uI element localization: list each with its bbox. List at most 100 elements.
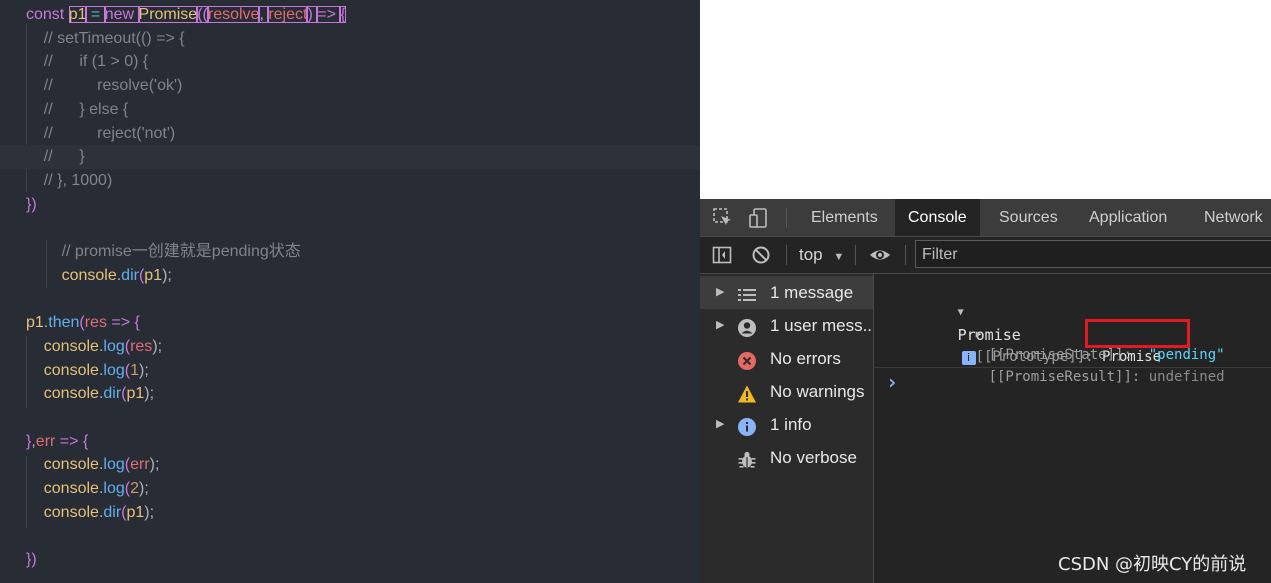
- sidebar-toggle-icon[interactable]: [712, 245, 732, 265]
- sidebar-item-user[interactable]: ▶ 1 user mess...: [700, 309, 873, 342]
- code-token: console: [26, 337, 99, 355]
- console-output[interactable]: ▼ Promise i ▶ [[Prototype]]: Promise [[P…: [874, 274, 1271, 583]
- tab-elements[interactable]: Elements: [798, 199, 891, 236]
- code-line: }): [0, 193, 700, 217]
- sidebar-item-list[interactable]: ▶ 1 message: [700, 276, 873, 309]
- code-token: );: [138, 480, 149, 497]
- code-token: );: [144, 503, 155, 521]
- console-toolbar: top ▼ Filter: [700, 237, 1271, 274]
- code-line: console.log(err);: [0, 453, 700, 477]
- expand-arrow-icon[interactable]: ▶: [716, 408, 724, 441]
- filter-input[interactable]: Filter: [915, 240, 1271, 268]
- code-token: log: [103, 361, 125, 379]
- code-token: p1: [126, 503, 145, 521]
- sidebar-item-warning[interactable]: No warnings: [700, 375, 873, 408]
- sidebar-item-label: 1 user mess...: [770, 316, 872, 335]
- toolbar-divider: [905, 245, 906, 265]
- code-token: dir: [103, 503, 122, 521]
- console-object-row[interactable]: ▼ Promise i: [907, 278, 1021, 365]
- code-token: =>: [317, 6, 341, 23]
- code-line: // }, 1000): [0, 169, 700, 193]
- sidebar-item-info[interactable]: ▶ 1 info: [700, 408, 873, 441]
- code-token: // promise一创建就是pending状态: [26, 243, 301, 260]
- code-line: console.dir(p1);: [0, 501, 700, 525]
- code-line: // if (1 > 0) {: [0, 50, 700, 74]
- eye-icon[interactable]: [868, 245, 892, 265]
- sidebar-item-label: 1 info: [770, 415, 812, 434]
- promise-result-row: [[PromiseResult]]: undefined: [988, 369, 1225, 385]
- code-token: // if (1 > 0) {: [26, 53, 149, 71]
- console-prompt-icon[interactable]: ›: [886, 371, 898, 393]
- code-token: console: [26, 385, 99, 403]
- context-selector[interactable]: top ▼: [799, 237, 844, 273]
- console-divider: [874, 367, 1271, 368]
- code-line: console.dir(p1);: [0, 382, 700, 406]
- code-token: console: [26, 456, 99, 474]
- code-token: reject: [268, 6, 308, 23]
- code-token: dir: [121, 266, 139, 284]
- promise-result-key: [[PromiseResult]]: [988, 369, 1132, 385]
- tab-network[interactable]: Network: [1191, 199, 1271, 236]
- code-editor[interactable]: const p1 = new Promise((resolve, reject)…: [0, 0, 700, 583]
- code-token: {: [134, 314, 140, 332]
- code-token: );: [144, 385, 155, 403]
- code-token: log: [103, 337, 125, 355]
- code-token: // }, 1000): [26, 171, 113, 189]
- code-token: {: [82, 432, 89, 450]
- code-token: =>: [106, 314, 135, 332]
- code-token: p1: [68, 6, 87, 23]
- code-line: },err => {: [0, 430, 700, 454]
- expand-arrow-icon[interactable]: ▶: [716, 309, 724, 342]
- toolbar-divider: [855, 245, 856, 265]
- code-token: );: [162, 266, 172, 284]
- code-token: err: [130, 456, 150, 474]
- code-token: // }: [26, 148, 85, 166]
- code-token: console: [26, 503, 99, 521]
- browser-page-preview: [700, 0, 1271, 199]
- code-line: // } else {: [0, 98, 700, 122]
- code-line: p1.then(res => {: [0, 311, 700, 335]
- tab-application[interactable]: Application: [1076, 199, 1180, 236]
- code-token: 2: [130, 480, 139, 497]
- code-token: // } else {: [26, 100, 129, 118]
- code-token: // reject('not'): [26, 124, 176, 142]
- code-line: console.dir(p1);: [0, 264, 700, 288]
- sidebar-item-bug[interactable]: No verbose: [700, 441, 873, 474]
- sidebar-item-label: No verbose: [770, 448, 857, 467]
- clear-console-icon[interactable]: [751, 245, 771, 265]
- code-token: }): [26, 195, 37, 213]
- chevron-down-icon: ▼: [833, 251, 845, 263]
- code-token: );: [138, 361, 149, 379]
- code-line: // resolve('ok'): [0, 74, 700, 98]
- code-token: console: [26, 266, 117, 284]
- code-token: p1: [26, 314, 44, 332]
- code-token: ,: [259, 6, 269, 23]
- code-line: console.log(1);: [0, 359, 700, 383]
- code-line: // }: [0, 145, 700, 170]
- sidebar-item-label: No errors: [770, 349, 841, 368]
- code-line: // setTimeout(() => {: [0, 27, 700, 51]
- code-token: log: [103, 456, 125, 474]
- code-token: const: [26, 6, 69, 23]
- toolbar-divider: [786, 245, 787, 265]
- devtools-panel: Elements Console Sources Application Network…: [700, 199, 1271, 583]
- tab-console[interactable]: Console: [895, 199, 980, 236]
- code-token: new: [104, 6, 139, 23]
- sidebar-item-label: No warnings: [770, 382, 865, 401]
- warning-icon: [737, 382, 757, 403]
- watermark: CSDN @初映CY的前说: [1058, 554, 1247, 575]
- code-token: Promise: [138, 6, 198, 23]
- code-token: }): [26, 551, 37, 569]
- expand-arrow-icon[interactable]: ▶: [716, 276, 724, 309]
- code-token: p1: [144, 266, 163, 284]
- code-token: res: [84, 314, 107, 332]
- code-token: =>: [55, 432, 83, 450]
- sidebar-item-error[interactable]: No errors: [700, 342, 873, 375]
- tab-sources[interactable]: Sources: [986, 199, 1071, 236]
- device-toolbar-icon[interactable]: [748, 207, 770, 229]
- code-token: {: [340, 6, 346, 23]
- inspect-element-icon[interactable]: [712, 207, 734, 229]
